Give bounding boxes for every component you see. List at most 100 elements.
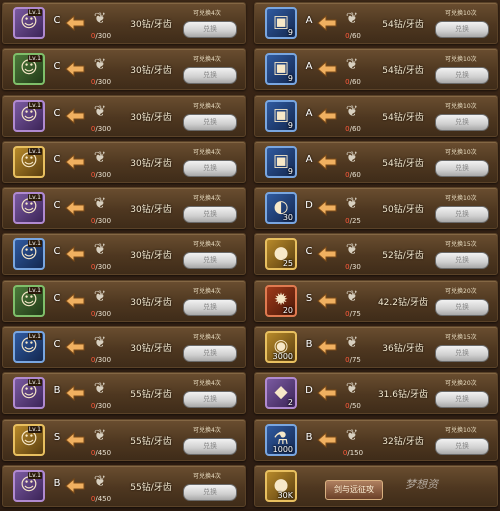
- owned-count: 0/300: [85, 78, 117, 86]
- item-grade: A: [305, 107, 313, 119]
- item-price: 32钻/牙齿: [382, 436, 424, 447]
- item-price: 31.6钻/牙齿: [377, 390, 429, 401]
- exchange-button[interactable]: 兑换: [435, 298, 489, 316]
- antler-icon: ❦: [345, 55, 359, 74]
- item-level: Lv.1: [27, 425, 42, 433]
- antler-icon: ❦: [93, 55, 107, 74]
- owned-total: /30: [349, 263, 361, 272]
- exchange-button[interactable]: 兑换: [183, 113, 237, 131]
- exchange-limit: 可兑换20次: [445, 287, 477, 295]
- exchange-button[interactable]: 兑换: [183, 159, 237, 177]
- item-level: Lv.1: [27, 9, 42, 16]
- exchange-button[interactable]: 兑换: [183, 483, 237, 501]
- exchange-button[interactable]: 兑换: [435, 437, 489, 455]
- exchange-button[interactable]: 兑换: [435, 252, 489, 270]
- exchange-button[interactable]: 兑换: [435, 391, 489, 409]
- owned-count: 0/150: [337, 449, 369, 457]
- owned-total: /60: [349, 32, 361, 40]
- item-icon: ☺ Lv.1: [13, 423, 45, 456]
- exchange-limit: 可兑换10次: [445, 102, 477, 110]
- item-grade: C: [53, 153, 61, 165]
- owned-total: /75: [349, 309, 361, 318]
- exchange-limit: 可兑换20次: [445, 380, 477, 388]
- item-icon: ☺ Lv.1: [13, 99, 45, 132]
- exchange-button[interactable]: 兑换: [435, 67, 489, 85]
- antler-icon: ❦: [93, 240, 107, 259]
- owned-count: 0/300: [85, 32, 117, 40]
- exchange-button[interactable]: 兑换: [435, 159, 489, 177]
- right-column: ▣ 9 A ❦ 0/60 54钻/牙齿 可兑换10次 兑换 ▣ 9 A ❦ 0/60 54钻/牙齿 可兑换1…: [254, 2, 498, 511]
- exchange-button[interactable]: 兑换: [435, 113, 489, 131]
- owned-total: /450: [95, 494, 112, 503]
- exchange-limit: 可兑换10次: [445, 426, 477, 434]
- item-level: Lv.1: [27, 101, 42, 109]
- item-count: 1000: [272, 444, 293, 454]
- exchange-button[interactable]: 兑换: [435, 21, 489, 38]
- exchange-button[interactable]: 兑换: [183, 298, 237, 316]
- item-price: 30钻/牙齿: [130, 251, 172, 262]
- arrow-left-icon: [317, 385, 337, 402]
- item-icon: ◐ 30: [265, 192, 297, 225]
- owned-count: 0/60: [337, 78, 369, 86]
- item-grade: B: [305, 431, 313, 443]
- owned-count: 0/50: [337, 402, 369, 410]
- exchange-button[interactable]: 兑换: [183, 345, 237, 363]
- antler-icon: ❦: [93, 379, 107, 398]
- exchange-limit: 可兑换4次: [193, 287, 221, 295]
- item-grade: S: [53, 431, 61, 443]
- arrow-left-icon: [65, 477, 85, 494]
- owned-total: /300: [95, 78, 112, 87]
- exchange-limit: 可兑换10次: [445, 195, 477, 203]
- exchange-limit: 可兑换4次: [193, 195, 221, 203]
- owned-count: 0/300: [85, 217, 117, 225]
- item-icon: ☺ Lv.1: [13, 469, 45, 502]
- item-price: 30钻/牙齿: [130, 297, 172, 308]
- exchange-button[interactable]: 兑换: [183, 21, 237, 38]
- owned-count: 0/75: [337, 310, 369, 318]
- item-icon: ☺ Lv.1: [13, 192, 45, 225]
- item-icon: ▣ 9: [265, 99, 297, 132]
- arrow-left-icon: [65, 61, 85, 78]
- owned-total: /60: [349, 78, 361, 87]
- exchange-row: ▣ 9 A ❦ 0/60 54钻/牙齿 可兑换10次 兑换: [254, 94, 498, 137]
- antler-icon: ❦: [93, 471, 107, 490]
- exchange-button[interactable]: 兑换: [183, 252, 237, 270]
- antler-icon: ❦: [93, 194, 107, 213]
- item-price: 55钻/牙齿: [130, 482, 172, 493]
- owned-total: /300: [95, 402, 112, 411]
- exchange-button[interactable]: 兑换: [183, 437, 237, 455]
- exchange-button[interactable]: 兑换: [183, 67, 237, 85]
- arrow-left-icon: [317, 15, 337, 31]
- exchange-button[interactable]: 兑换: [183, 206, 237, 224]
- owned-count: 0/300: [85, 356, 117, 364]
- exchange-row: ☺ Lv.1 C ❦ 0/300 30钻/牙齿 可兑换4次 兑换: [2, 279, 246, 322]
- item-icon: ⚗ 1000: [265, 423, 297, 456]
- item-grade: A: [305, 61, 313, 73]
- owned-total: /60: [349, 170, 361, 179]
- item-price: 30钻/牙齿: [130, 112, 172, 123]
- item-icon: ◉ 3000: [265, 331, 297, 364]
- owned-total: /300: [95, 32, 112, 40]
- item-grade: C: [53, 61, 61, 73]
- exchange-row: ◆ 2 D ❦ 0/50 31.6钻/牙齿 可兑换20次 兑换: [254, 372, 498, 415]
- arrow-left-icon: [317, 153, 337, 170]
- owned-count: 0/60: [337, 171, 369, 179]
- exchange-row: ◐ 30 D ❦ 0/25 50钻/牙齿 可兑换10次 兑换: [254, 187, 498, 230]
- arrow-left-icon: [65, 292, 85, 309]
- antler-icon: ❦: [345, 333, 359, 352]
- antler-icon: ❦: [93, 286, 107, 305]
- exchange-button[interactable]: 兑换: [435, 345, 489, 363]
- exchange-button[interactable]: 兑换: [183, 391, 237, 409]
- arrow-left-icon: [65, 246, 85, 263]
- owned-count: 0/300: [85, 171, 117, 179]
- antler-icon: ❦: [345, 240, 359, 259]
- item-grade: B: [53, 477, 61, 489]
- item-count: 30: [282, 213, 293, 223]
- exchange-limit: 可兑换4次: [193, 241, 221, 249]
- antler-icon: ❦: [93, 425, 107, 444]
- antler-icon: ❦: [345, 194, 359, 213]
- exchange-button[interactable]: 兑换: [435, 206, 489, 224]
- exchange-row: ▣ 9 A ❦ 0/60 54钻/牙齿 可兑换10次 兑换: [254, 140, 498, 183]
- item-level: Lv.1: [27, 240, 42, 248]
- exchange-limit: 可兑换10次: [445, 10, 477, 17]
